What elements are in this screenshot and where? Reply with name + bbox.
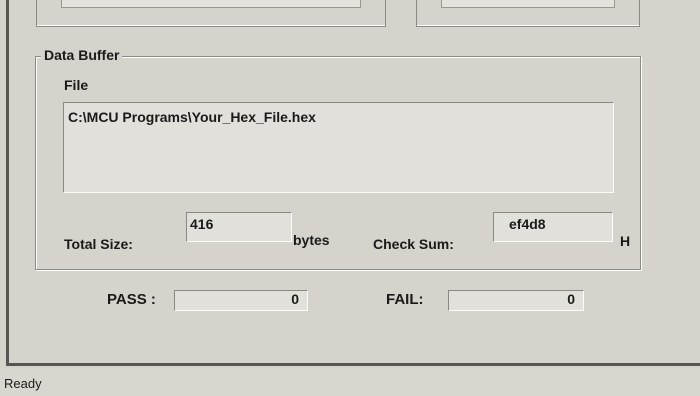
fail-label: FAIL: [386,291,424,308]
pass-count-field: 0 [174,290,308,311]
upper-field-left [61,0,361,8]
window-frame-left [6,0,9,366]
file-path-field: C:\MCU Programs\Your_Hex_File.hex [63,102,614,193]
data-buffer-title: Data Buffer [41,47,123,63]
upper-groupbox-right [416,0,640,27]
total-size-label: Total Size: [64,236,133,252]
upper-field-right [441,0,615,8]
main-window: Data Buffer File C:\MCU Programs\Your_He… [0,0,700,368]
window-frame-bottom [6,363,700,366]
pass-label: PASS : [107,291,156,308]
status-bar-text: Ready [4,376,42,391]
total-size-unit: bytes [293,232,330,248]
fail-count-field: 0 [448,290,584,311]
total-size-field: 416 [186,212,292,242]
checksum-field: ef4d8 [493,212,613,242]
upper-groupbox-left [36,0,386,27]
checksum-label: Check Sum: [373,236,454,252]
file-label: File [64,77,89,93]
checksum-unit: H [620,233,631,249]
